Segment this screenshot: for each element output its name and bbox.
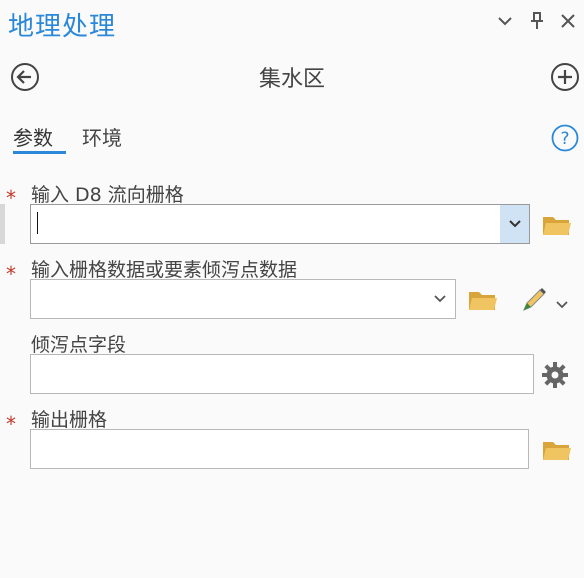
chevron-down-icon[interactable] [556, 294, 568, 309]
active-tab-underline [13, 151, 66, 154]
required-marker: * [6, 186, 16, 210]
flow-direction-input[interactable] [30, 204, 530, 244]
pour-point-field-input[interactable] [30, 354, 534, 394]
param-label-flow-direction: 输入 D8 流向栅格 [31, 184, 184, 206]
tab-parameters[interactable]: 参数 [13, 122, 53, 151]
browse-folder-icon[interactable] [542, 213, 572, 237]
pane-title: 地理处理 [8, 12, 117, 42]
help-icon[interactable]: ? [551, 124, 579, 152]
param-label-pour-point-field: 倾泻点字段 [31, 334, 127, 356]
required-marker: * [6, 262, 16, 286]
add-plus-icon[interactable] [550, 62, 580, 92]
tool-title: 集水区 [258, 67, 325, 92]
text-caret [37, 212, 38, 234]
validation-sidebar [0, 204, 5, 244]
required-marker: * [6, 412, 16, 436]
param-label-pour-point: 输入栅格数据或要素倾泻点数据 [31, 259, 298, 281]
chevron-down-icon [508, 220, 521, 228]
gear-icon[interactable] [540, 360, 570, 390]
pin-icon[interactable] [526, 10, 548, 32]
browse-folder-icon[interactable] [468, 288, 498, 312]
pour-point-input[interactable] [30, 279, 456, 319]
output-raster-input[interactable] [30, 429, 529, 469]
tab-environments[interactable]: 环境 [82, 122, 122, 151]
svg-text:?: ? [560, 129, 569, 149]
pour-point-dropdown-button[interactable] [427, 280, 453, 318]
param-label-output-raster: 输出栅格 [31, 409, 108, 431]
close-icon[interactable] [557, 10, 579, 32]
options-chevron-down-icon[interactable] [494, 10, 516, 32]
browse-folder-icon[interactable] [542, 438, 572, 462]
chevron-down-icon [434, 295, 446, 303]
flow-direction-dropdown-button[interactable] [500, 205, 529, 243]
pencil-icon[interactable] [520, 286, 548, 314]
